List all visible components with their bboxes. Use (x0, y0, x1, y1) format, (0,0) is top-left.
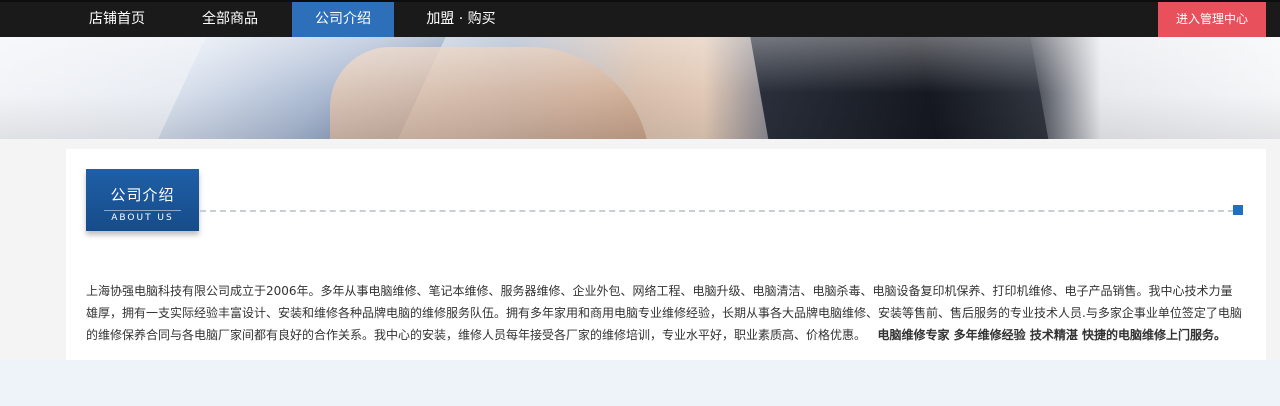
intro-slogan: 电脑维修专家 多年维修经验 技术精湛 快捷的电脑维修上门服务。 (877, 328, 1227, 342)
section-title: 公司介绍 (110, 186, 175, 204)
handshake-banner (0, 37, 1280, 139)
nav-item-all-products[interactable]: 全部商品 (180, 2, 280, 37)
admin-center-button[interactable]: 进入管理中心 (1158, 2, 1266, 37)
top-navigation: 店铺首页 全部商品 公司介绍 加盟 · 购买 进入管理中心 (0, 0, 1280, 37)
nav-item-join-buy[interactable]: 加盟 · 购买 (410, 2, 512, 37)
section-subtitle: ABOUT US (104, 210, 181, 223)
nav-item-company-intro[interactable]: 公司介绍 (292, 2, 394, 37)
company-intro-panel: 公司介绍 ABOUT US 上海协强电脑科技有限公司成立于2006年。多年从事电… (66, 149, 1266, 360)
section-divider (200, 210, 1234, 212)
company-intro-text: 上海协强电脑科技有限公司成立于2006年。多年从事电脑维修、笔记本维修、服务器维… (86, 280, 1244, 346)
nav-item-shop-home[interactable]: 店铺首页 (68, 2, 166, 37)
section-title-badge: 公司介绍 ABOUT US (86, 169, 199, 231)
divider-end-marker (1233, 205, 1243, 215)
